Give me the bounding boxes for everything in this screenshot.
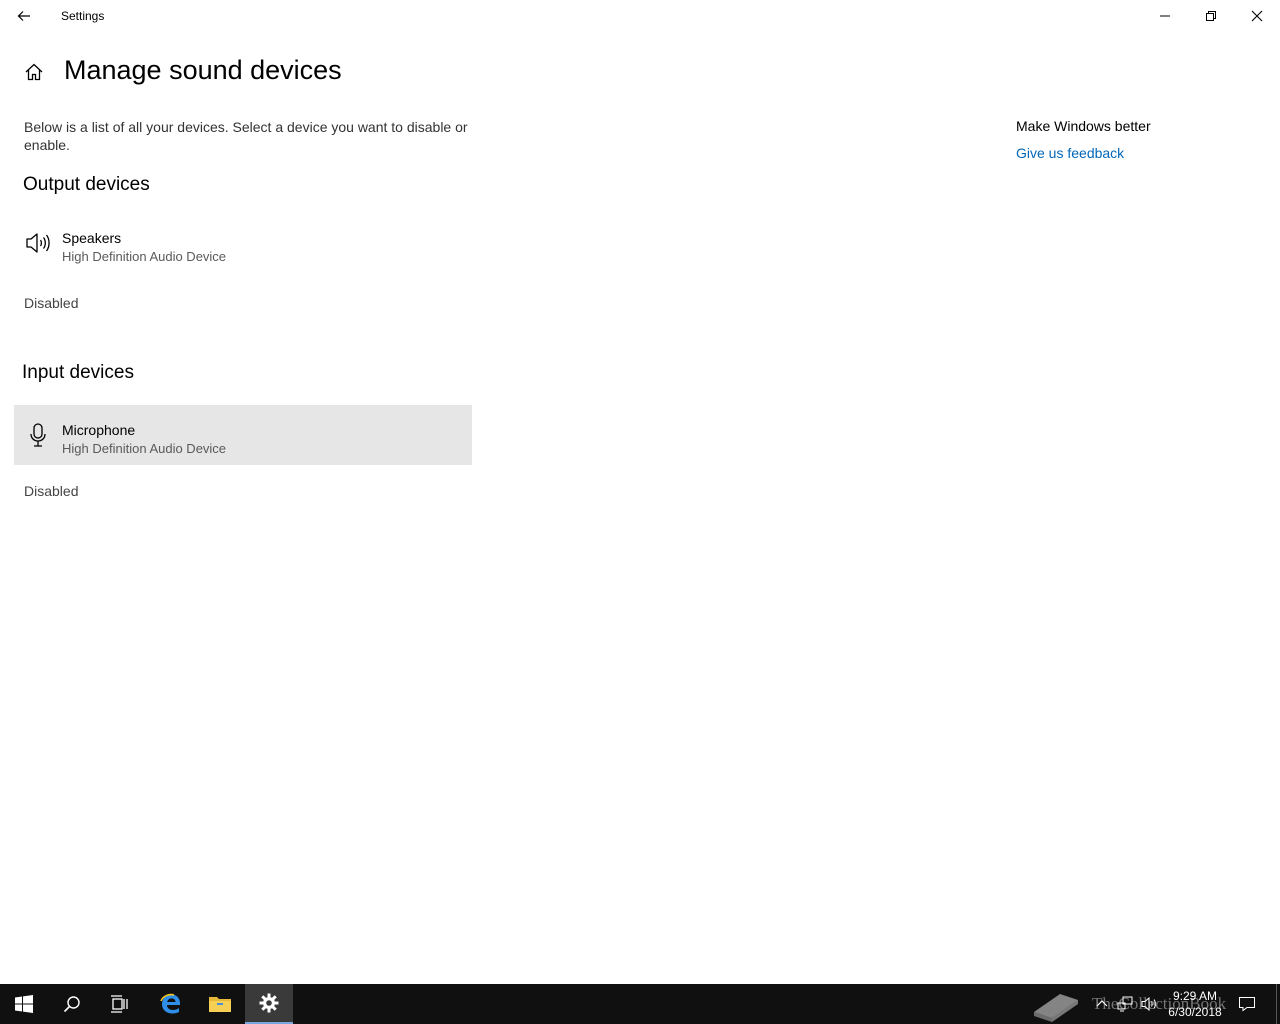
close-button[interactable]	[1234, 0, 1280, 32]
edge-icon	[160, 993, 180, 1014]
page-title: Manage sound devices	[64, 55, 342, 85]
start-button[interactable]	[0, 984, 48, 1024]
clock[interactable]: 9:29 AM 6/30/2018	[1160, 988, 1230, 1020]
window-title: Settings	[61, 9, 105, 23]
output-devices-heading: Output devices	[23, 174, 150, 195]
show-desktop-button[interactable]	[1276, 984, 1280, 1024]
network-button[interactable]	[1116, 994, 1136, 1014]
device-microphone[interactable]: Microphone High Definition Audio Device	[14, 405, 472, 465]
minimize-button[interactable]	[1142, 0, 1188, 32]
device-name: Microphone	[62, 422, 136, 438]
start-icon	[15, 995, 33, 1013]
settings-app-button[interactable]	[245, 984, 293, 1024]
restore-button[interactable]	[1188, 0, 1234, 32]
search-button[interactable]	[48, 984, 96, 1024]
settings-icon	[259, 993, 279, 1013]
action-center-button[interactable]	[1237, 994, 1257, 1014]
volume-icon	[1141, 996, 1156, 1012]
close-icon	[1251, 10, 1263, 22]
input-devices-heading: Input devices	[22, 362, 134, 383]
clock-date: 6/30/2018	[1168, 1005, 1222, 1019]
book-icon	[1034, 994, 1078, 1022]
notifications-icon	[1239, 997, 1255, 1012]
device-name: Speakers	[62, 230, 122, 246]
file-explorer-icon	[209, 997, 231, 1012]
taskbar: TheCollectionBook 9:29 AM 6/30/2018	[0, 984, 1280, 1024]
settings-window: Settings Manage sound devices Below is a…	[0, 0, 1280, 984]
speakers-status: Disabled	[24, 295, 79, 311]
task-view-icon	[111, 995, 128, 1013]
device-subtitle: High Definition Audio Device	[62, 441, 227, 456]
restore-icon	[1206, 11, 1216, 21]
clock-time: 9:29 AM	[1172, 989, 1218, 1003]
edge-browser-button[interactable]	[147, 984, 195, 1024]
home-icon	[25, 63, 43, 81]
search-icon	[63, 996, 80, 1013]
back-button[interactable]	[0, 0, 48, 32]
microphone-status: Disabled	[24, 483, 79, 499]
home-button[interactable]	[22, 60, 46, 84]
minimize-icon	[1160, 15, 1170, 17]
chevron-up-icon	[1096, 1000, 1108, 1007]
make-windows-better-heading: Make Windows better	[1016, 118, 1151, 134]
file-explorer-button[interactable]	[196, 984, 244, 1024]
title-bar: Settings	[0, 0, 1280, 32]
speaker-icon	[24, 229, 52, 257]
device-speakers[interactable]: Speakers High Definition Audio Device	[14, 213, 472, 273]
microphone-icon	[24, 421, 52, 449]
show-hidden-icons-button[interactable]	[1092, 994, 1112, 1014]
give-feedback-link[interactable]: Give us feedback	[1016, 145, 1124, 161]
task-view-button[interactable]	[96, 984, 144, 1024]
device-subtitle: High Definition Audio Device	[62, 249, 227, 264]
back-arrow-icon	[17, 11, 30, 21]
volume-button[interactable]	[1140, 994, 1160, 1014]
network-icon	[1117, 996, 1133, 1012]
page-description: Below is a list of all your devices. Sel…	[24, 119, 468, 153]
